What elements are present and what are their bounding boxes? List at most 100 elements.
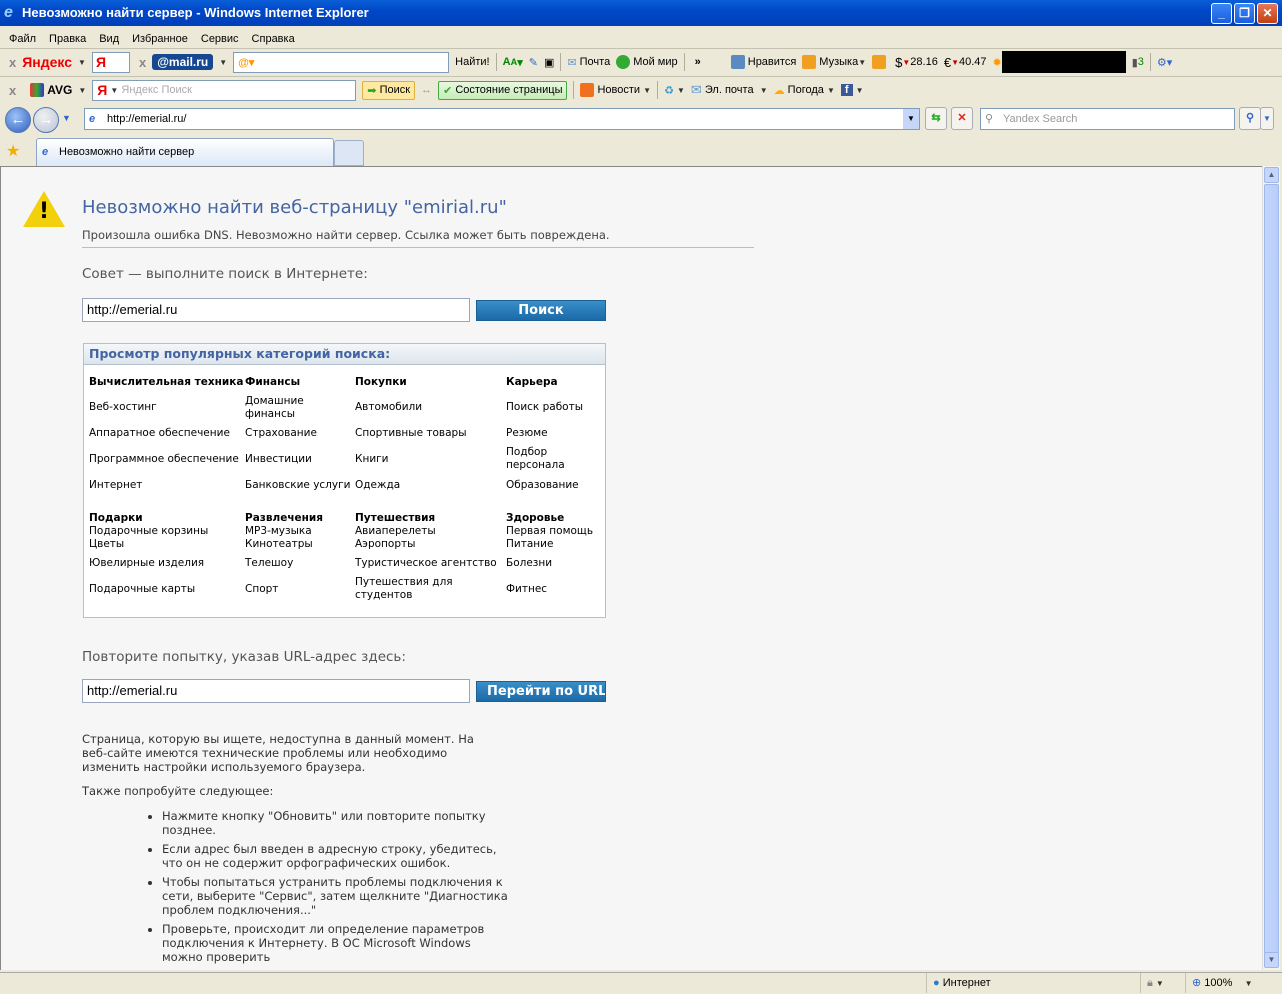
close-toolbar-icon[interactable]: x xyxy=(139,55,146,70)
stop-button[interactable]: ✕ xyxy=(951,107,973,130)
web-search-button[interactable]: Поиск xyxy=(476,300,606,321)
category-link[interactable]: Книги xyxy=(355,446,506,472)
category-link[interactable]: Спортивные товары xyxy=(355,420,506,446)
menu-file[interactable]: Файл xyxy=(9,33,36,45)
category-heading[interactable]: Вычислительная техника xyxy=(89,369,245,395)
category-link[interactable]: Аэропорты xyxy=(355,538,506,551)
recycle-button[interactable]: ♻ ▼ xyxy=(664,84,685,97)
category-link[interactable]: Автомобили xyxy=(355,395,506,420)
news-button[interactable]: Новости ▼ xyxy=(580,83,651,97)
category-link[interactable]: Страхование xyxy=(245,420,355,446)
email-button[interactable]: ✉ Эл. почта ▼ xyxy=(691,82,768,98)
category-link[interactable]: Банковские услуги xyxy=(245,472,355,498)
mailru-logo[interactable]: @mail.ru xyxy=(152,54,214,70)
search-options-dropdown[interactable]: ▼ xyxy=(1260,107,1274,130)
category-heading[interactable]: Карьера xyxy=(506,369,605,395)
yandex-button[interactable]: Я xyxy=(91,51,130,73)
category-link[interactable]: Болезни xyxy=(506,551,593,576)
music-button[interactable]: Музыка ▼ xyxy=(802,55,866,69)
mail-button[interactable]: ✉ Почта xyxy=(567,56,610,69)
maximize-button[interactable]: ❐ xyxy=(1234,3,1255,24)
protected-mode-button[interactable]: 🔒︎ ▼ xyxy=(1140,973,1164,993)
settings-icon[interactable]: ⚙▾ xyxy=(1157,56,1172,69)
search-button[interactable]: ➡ Поиск xyxy=(362,80,416,100)
page-search-icon[interactable]: ▣ xyxy=(544,56,554,69)
category-link[interactable]: Поиск работы xyxy=(506,395,605,420)
close-button[interactable]: ✕ xyxy=(1257,3,1278,24)
back-button[interactable]: ← xyxy=(5,107,31,133)
menu-view[interactable]: Вид xyxy=(99,33,119,45)
scrollbar-thumb[interactable] xyxy=(1264,184,1279,954)
category-link[interactable]: Резюме xyxy=(506,420,605,446)
refresh-button[interactable]: ⇆ xyxy=(925,107,947,130)
drag-handle-icon[interactable]: ↔ xyxy=(421,84,432,96)
category-heading[interactable]: Здоровье xyxy=(506,512,593,525)
address-input[interactable]: e http://emerial.ru/ ▼ xyxy=(84,108,920,130)
category-link[interactable]: Цветы xyxy=(89,538,245,551)
chevron-down-icon[interactable]: ▼ xyxy=(78,58,86,67)
menu-help[interactable]: Справка xyxy=(252,33,295,45)
category-heading[interactable]: Финансы xyxy=(245,369,355,395)
close-toolbar-icon[interactable]: x xyxy=(9,83,16,98)
category-link[interactable]: Телешоу xyxy=(245,551,355,576)
bookmark-icon[interactable] xyxy=(872,55,887,69)
avg-logo[interactable]: AVG xyxy=(30,83,72,97)
category-link[interactable]: Аппаратное обеспечение xyxy=(89,420,245,446)
scroll-down-icon[interactable]: ▼ xyxy=(1264,952,1279,968)
yandex-search-box[interactable]: ⚲ Yandex Search xyxy=(980,108,1235,130)
yandex-search-input[interactable]: Я ▼ Яндекс Поиск xyxy=(92,79,357,101)
category-link[interactable]: Образование xyxy=(506,472,605,498)
minimize-button[interactable]: _ xyxy=(1211,3,1232,24)
category-heading[interactable]: Путешествия xyxy=(355,512,506,525)
close-toolbar-icon[interactable]: x xyxy=(9,55,16,70)
category-link[interactable]: Подарочные карты xyxy=(89,576,245,602)
menu-edit[interactable]: Правка xyxy=(49,33,86,45)
category-link[interactable]: Домашние финансы xyxy=(245,395,355,420)
font-size-icon[interactable]: A A ▾ xyxy=(503,56,523,69)
category-link[interactable]: Ювелирные изделия xyxy=(89,551,245,576)
moimir-button[interactable]: Мой мир xyxy=(616,55,678,69)
facebook-button[interactable]: f ▼ xyxy=(840,84,864,96)
address-dropdown-icon[interactable]: ▼ xyxy=(903,109,919,129)
category-link[interactable]: Спорт xyxy=(245,576,355,602)
category-heading[interactable]: Покупки xyxy=(355,369,506,395)
category-link[interactable]: Подарочные корзины xyxy=(89,525,245,538)
category-link[interactable]: Фитнес xyxy=(506,576,593,602)
tab-active[interactable]: e Невозможно найти сервер xyxy=(36,138,334,166)
favorites-star-icon[interactable]: ★ xyxy=(6,141,20,161)
category-link[interactable]: Питание xyxy=(506,538,593,551)
highlight-icon[interactable]: ✎ xyxy=(529,56,538,69)
forward-button[interactable]: → xyxy=(33,107,59,133)
category-link[interactable]: Интернет xyxy=(89,472,245,498)
history-dropdown-icon[interactable]: ▼ xyxy=(62,113,71,123)
traffic-button[interactable]: ▮ 3 xyxy=(1132,56,1144,69)
category-link[interactable]: Кинотеатры xyxy=(245,538,355,551)
menu-favorites[interactable]: Избранное xyxy=(132,33,188,45)
scroll-up-icon[interactable]: ▲ xyxy=(1264,167,1279,183)
like-button[interactable]: Нравится xyxy=(730,55,796,69)
find-button[interactable]: Найти! xyxy=(455,56,489,68)
category-link[interactable]: Одежда xyxy=(355,472,506,498)
category-heading[interactable]: Подарки xyxy=(89,512,245,525)
category-link[interactable]: Веб-хостинг xyxy=(89,395,245,420)
vertical-scrollbar[interactable]: ▲ ▼ xyxy=(1262,166,1280,970)
url-input[interactable]: http://emerial.ru xyxy=(82,679,470,703)
category-link[interactable]: Путешествия для студентов xyxy=(355,576,506,602)
weather-button[interactable]: ☁ Погода ▼ xyxy=(774,84,835,97)
category-link[interactable]: Подбор персонала xyxy=(506,446,605,472)
menu-tools[interactable]: Сервис xyxy=(201,33,239,45)
category-link[interactable]: Туристическое агентство xyxy=(355,551,506,576)
category-link[interactable]: Авиаперелеты xyxy=(355,525,506,538)
page-status-button[interactable]: ✔ Состояние страницы xyxy=(438,80,568,100)
weather-sun-icon[interactable]: ✹ xyxy=(993,56,1002,69)
web-search-input[interactable]: http://emerial.ru xyxy=(82,298,470,322)
category-link[interactable]: Программное обеспечение xyxy=(89,446,245,472)
zoom-button[interactable]: ⊕ 100% ▼ xyxy=(1185,973,1253,993)
category-heading[interactable]: Развлечения xyxy=(245,512,355,525)
mailru-search-input[interactable]: @▾ xyxy=(233,51,450,73)
new-tab-button[interactable] xyxy=(334,140,364,166)
search-go-button[interactable]: ⚲ xyxy=(1239,107,1261,130)
category-link[interactable]: MP3-музыка xyxy=(245,525,355,538)
more-chevron-button[interactable]: » xyxy=(695,56,701,68)
category-link[interactable]: Первая помощь xyxy=(506,525,593,538)
